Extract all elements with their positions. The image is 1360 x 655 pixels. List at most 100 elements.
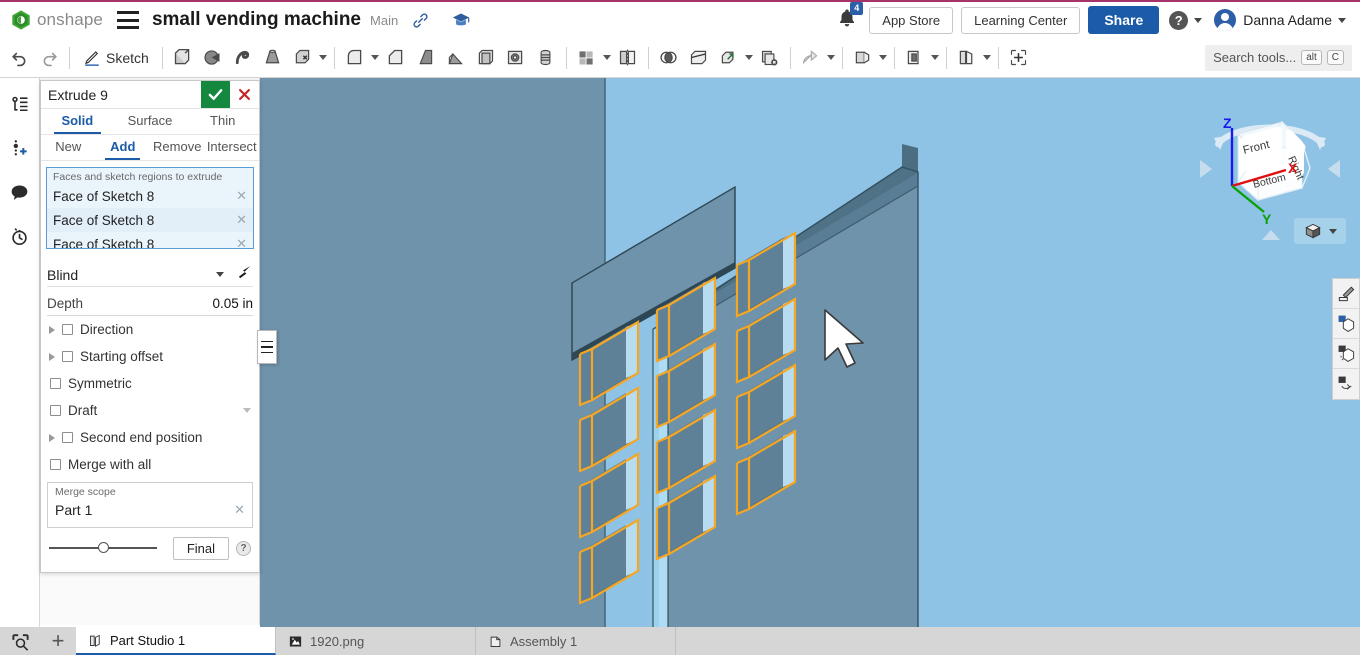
app-store-button[interactable]: App Store xyxy=(869,7,953,34)
3d-viewport[interactable]: Front Right Bottom Z X Y xyxy=(260,78,1360,627)
move-face-icon[interactable] xyxy=(796,42,826,74)
chevron-right-icon[interactable] xyxy=(49,353,55,361)
move-face-chevron-down-icon[interactable] xyxy=(827,55,835,60)
search-tools-input[interactable]: Search tools... alt C xyxy=(1205,45,1352,71)
user-chevron-down-icon[interactable] xyxy=(1338,18,1346,23)
option-merge-with-all[interactable]: Merge with all xyxy=(41,451,259,478)
zoom-tab-icon[interactable] xyxy=(0,627,40,655)
composite-part-icon[interactable] xyxy=(1004,42,1034,74)
help-icon[interactable]: ? xyxy=(1169,11,1188,30)
feature-list-icon[interactable] xyxy=(5,88,35,120)
avatar[interactable] xyxy=(1214,9,1236,31)
learning-center-button[interactable]: Learning Center xyxy=(961,7,1080,34)
option-symmetric[interactable]: Symmetric xyxy=(41,370,259,397)
tab-intersect[interactable]: Intersect xyxy=(205,135,260,160)
tab-surface[interactable]: Surface xyxy=(114,109,187,134)
merge-scope-box[interactable]: Merge scope Part 1 ✕ xyxy=(47,482,253,528)
onshape-logo-icon[interactable] xyxy=(10,9,32,31)
x-icon[interactable]: ✕ xyxy=(236,188,247,204)
transform-icon[interactable] xyxy=(714,42,744,74)
derive-icon[interactable] xyxy=(952,42,982,74)
symmetric-checkbox[interactable] xyxy=(50,378,61,389)
mirror-icon[interactable] xyxy=(613,42,643,74)
share-button[interactable]: Share xyxy=(1088,6,1159,34)
panel-collapse-handle[interactable] xyxy=(257,330,277,364)
undo-icon[interactable] xyxy=(4,42,34,74)
hole-icon[interactable] xyxy=(501,42,531,74)
thicken-icon[interactable] xyxy=(288,42,318,74)
fillet-icon[interactable] xyxy=(340,42,370,74)
selection-item[interactable]: Face of Sketch 8 ✕ xyxy=(47,232,253,249)
second-end-position-checkbox[interactable] xyxy=(62,432,73,443)
selection-item[interactable]: Face of Sketch 8 ✕ xyxy=(47,208,253,232)
option-draft[interactable]: Draft xyxy=(41,397,259,424)
tab-new[interactable]: New xyxy=(41,135,96,160)
chevron-right-icon[interactable] xyxy=(49,434,55,442)
graduation-cap-icon[interactable] xyxy=(451,11,471,29)
slider-knob[interactable] xyxy=(98,542,109,553)
x-icon[interactable]: ✕ xyxy=(236,236,247,249)
x-icon[interactable]: ✕ xyxy=(234,502,245,518)
section-view-icon[interactable] xyxy=(1333,279,1359,309)
tab-thin[interactable]: Thin xyxy=(186,109,259,134)
selection-item[interactable]: Face of Sketch 8 ✕ xyxy=(47,184,253,208)
draft-chevron-down-icon[interactable] xyxy=(243,408,251,413)
starting-offset-checkbox[interactable] xyxy=(62,351,73,362)
boolean-icon[interactable] xyxy=(654,42,684,74)
sketch-plane-chevron-down-icon[interactable] xyxy=(931,55,939,60)
rotate-cube-icon[interactable] xyxy=(1333,339,1359,369)
notifications-button[interactable]: 4 xyxy=(837,7,857,33)
sketch-button[interactable]: Sketch xyxy=(75,42,157,74)
final-button[interactable]: Final xyxy=(173,537,229,560)
direction-checkbox[interactable] xyxy=(62,324,73,335)
display-mode-button[interactable] xyxy=(1294,218,1346,244)
help-chevron-down-icon[interactable] xyxy=(1194,18,1202,23)
delete-face-icon[interactable] xyxy=(755,42,785,74)
depth-field[interactable]: Depth 0.05 in xyxy=(47,292,253,316)
merge-scope-item[interactable]: Part 1 ✕ xyxy=(48,498,252,522)
display-mode-chevron-down-icon[interactable] xyxy=(1329,229,1337,234)
tab-remove[interactable]: Remove xyxy=(150,135,205,160)
rollback-slider[interactable] xyxy=(49,541,157,555)
cancel-button[interactable] xyxy=(230,81,259,108)
plane-chevron-down-icon[interactable] xyxy=(879,55,887,60)
loft-icon[interactable] xyxy=(258,42,288,74)
option-second-end-position[interactable]: Second end position xyxy=(41,424,259,451)
help-icon[interactable]: ? xyxy=(236,541,251,556)
option-direction[interactable]: Direction xyxy=(41,316,259,343)
tab-assembly-1[interactable]: Assembly 1 xyxy=(476,627,676,655)
link-icon[interactable] xyxy=(412,12,429,29)
hamburger-icon[interactable] xyxy=(117,11,139,29)
derive-chevron-down-icon[interactable] xyxy=(983,55,991,60)
measure-icon[interactable] xyxy=(1333,369,1359,399)
draft-icon[interactable] xyxy=(411,42,441,74)
history-icon[interactable] xyxy=(5,220,35,252)
thread-icon[interactable] xyxy=(531,42,561,74)
tab-add[interactable]: Add xyxy=(96,135,151,160)
confirm-button[interactable] xyxy=(201,81,230,108)
depth-value[interactable]: 0.05 in xyxy=(212,296,253,311)
add-tab-button[interactable]: + xyxy=(40,627,76,655)
draft-checkbox[interactable] xyxy=(50,405,61,416)
render-cube-icon[interactable] xyxy=(1333,309,1359,339)
fillet-chevron-down-icon[interactable] xyxy=(371,55,379,60)
flip-direction-icon[interactable] xyxy=(236,264,253,286)
revolve-icon[interactable] xyxy=(198,42,228,74)
shell-icon[interactable] xyxy=(471,42,501,74)
chamfer-icon[interactable] xyxy=(381,42,411,74)
extrude-icon[interactable] xyxy=(168,42,198,74)
sweep-icon[interactable] xyxy=(228,42,258,74)
split-icon[interactable] xyxy=(684,42,714,74)
end-condition-dropdown[interactable]: Blind xyxy=(47,263,253,287)
chevron-down-icon[interactable] xyxy=(216,272,224,277)
tab-solid[interactable]: Solid xyxy=(41,109,114,134)
redo-icon[interactable] xyxy=(34,42,64,74)
tab-part-studio-1[interactable]: Part Studio 1 xyxy=(76,627,276,655)
tab-1920-png[interactable]: 1920.png xyxy=(276,627,476,655)
pattern-chevron-down-icon[interactable] xyxy=(603,55,611,60)
option-starting-offset[interactable]: Starting offset xyxy=(41,343,259,370)
rib-icon[interactable] xyxy=(441,42,471,74)
plane-icon[interactable] xyxy=(848,42,878,74)
insert-part-icon[interactable] xyxy=(5,132,35,164)
more-features-chevron-down-icon[interactable] xyxy=(319,55,327,60)
